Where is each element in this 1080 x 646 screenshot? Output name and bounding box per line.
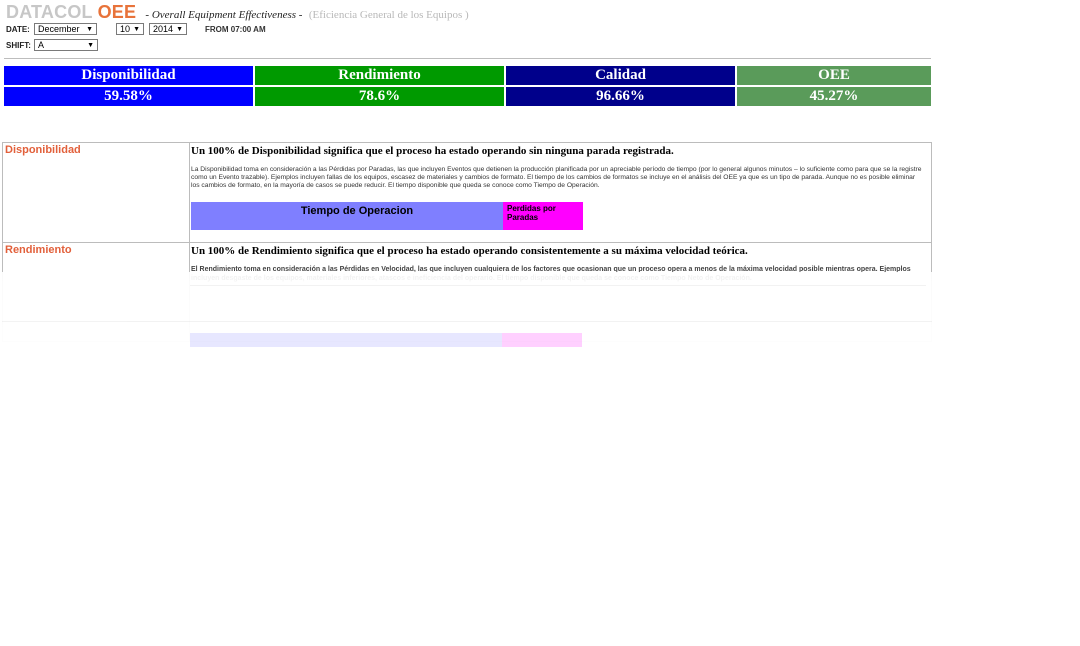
kpi-availability: Disponibilidad 59.58% (4, 66, 253, 106)
reflection (2, 285, 932, 347)
kpi-oee: OEE 45.27% (737, 66, 931, 106)
availability-heading: Un 100% de Disponibilidad significa que … (191, 145, 674, 157)
downtime-losses-label: Perdidas por Paradas (507, 204, 556, 222)
shift-value: A (38, 40, 45, 50)
app-header: DATACOL OEE - Overall Equipment Effectiv… (6, 2, 469, 23)
reflection-line (190, 285, 926, 296)
kpi-value: 96.66% (506, 87, 735, 106)
availability-title: Disponibilidad (5, 144, 81, 156)
shift-filter-row: SHIFT: A ▼ (6, 39, 98, 51)
kpi-performance: Rendimiento 78.6% (255, 66, 504, 106)
chevron-down-icon: ▼ (176, 25, 183, 33)
kpi-value: 59.58% (4, 87, 253, 106)
page-subtitle: - Overall Equipment Effectiveness - (145, 9, 303, 21)
kpi-value: 45.27% (737, 87, 931, 106)
availability-description-cell: Un 100% de Disponibilidad significa que … (191, 143, 931, 242)
day-select[interactable]: 10 ▼ (116, 23, 144, 35)
operating-time-label: Tiempo de Operacion (300, 205, 414, 217)
date-label: DATE: (6, 24, 30, 34)
operating-time-bar: Tiempo de Operacion (191, 202, 503, 230)
reflection-pink-bar (502, 333, 582, 347)
performance-heading: Un 100% de Rendimiento significa que el … (191, 245, 748, 257)
availability-body: La Disponibilidad toma en consideración … (191, 166, 922, 189)
performance-title: Rendimiento (5, 244, 72, 256)
year-select[interactable]: 2014 ▼ (149, 23, 187, 35)
availability-row: Disponibilidad Un 100% de Disponibilidad… (3, 143, 931, 243)
kpi-name: Rendimiento (255, 66, 504, 85)
availability-title-cell: Disponibilidad (3, 143, 190, 242)
kpi-name: Calidad (506, 66, 735, 85)
brand-datacol: DATACOL (6, 2, 93, 22)
kpi-name: OEE (737, 66, 931, 85)
month-select[interactable]: December ▼ (34, 23, 97, 35)
month-value: December (38, 24, 80, 34)
day-value: 10 (120, 24, 131, 34)
header-divider (4, 58, 931, 59)
page-subtitle-spanish: (Eficiencia General de los Equipos ) (308, 9, 469, 21)
shift-select[interactable]: A ▼ (34, 39, 98, 51)
from-time-label: FROM 07:00 AM (205, 24, 266, 34)
shift-label: SHIFT: (6, 40, 31, 50)
date-filter-row: DATE: December ▼ 10 ▼ 2014 ▼ FROM 07:00 AM (6, 23, 266, 35)
chevron-down-icon: ▼ (87, 41, 94, 49)
chevron-down-icon: ▼ (86, 25, 93, 33)
kpi-name: Disponibilidad (4, 66, 253, 85)
year-value: 2014 (153, 24, 174, 34)
kpi-value: 78.6% (255, 87, 504, 106)
brand-logo: DATACOL OEE (6, 2, 141, 22)
kpi-quality: Calidad 96.66% (506, 66, 735, 106)
brand-oee: OEE (97, 2, 137, 22)
chevron-down-icon: ▼ (133, 25, 140, 33)
reflection-line (2, 321, 932, 322)
reflection-blue-bar (190, 333, 502, 347)
downtime-losses-bar: Perdidas por Paradas (503, 202, 583, 230)
